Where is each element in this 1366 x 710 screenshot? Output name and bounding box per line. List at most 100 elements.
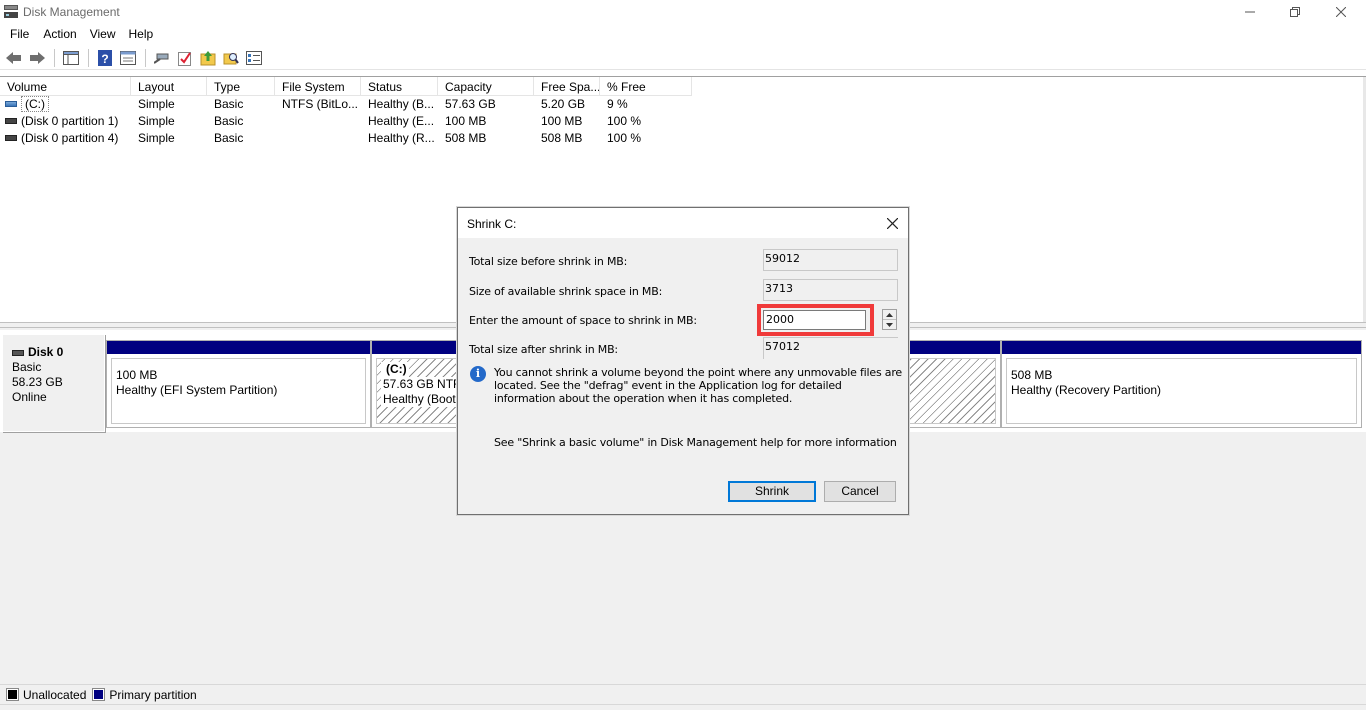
volume-list-header: Volume Layout Type File System Status Ca… — [0, 77, 692, 96]
cancel-button[interactable]: Cancel — [824, 481, 896, 502]
spin-down-button[interactable] — [883, 320, 896, 330]
legend-primary: Primary partition — [109, 687, 197, 702]
restore-button[interactable] — [1272, 0, 1318, 24]
menu-action[interactable]: Action — [37, 24, 84, 44]
partition-label: (C:) — [381, 362, 409, 377]
connect-button[interactable] — [152, 48, 172, 68]
menu-view[interactable]: View — [85, 24, 124, 44]
column-header-capacity[interactable]: Capacity — [438, 77, 534, 96]
folder-up-icon — [200, 50, 216, 65]
search-folder-button[interactable] — [221, 48, 241, 68]
column-header-volume[interactable]: Volume — [0, 77, 131, 96]
back-button[interactable] — [4, 48, 24, 68]
properties-icon — [120, 50, 136, 65]
title-bar: Disk Management — [0, 0, 1366, 24]
percent-free-cell: 100 % — [607, 131, 642, 145]
shrink-button[interactable]: Shrink — [728, 481, 816, 502]
menu-help[interactable]: Help — [124, 24, 162, 44]
check-button[interactable] — [175, 48, 195, 68]
toolbar-separator — [145, 48, 146, 67]
help-button[interactable]: ? — [95, 48, 115, 68]
file-system-cell — [275, 130, 361, 147]
window-title: Disk Management — [23, 5, 120, 19]
available-shrink-field: 3713 — [763, 279, 898, 301]
status-bar — [0, 704, 1366, 710]
volume-cell: (C:) — [0, 96, 131, 113]
volume-name: (Disk 0 partition 4) — [21, 131, 119, 145]
svg-text:?: ? — [101, 52, 108, 66]
toolbar: ? — [0, 46, 1366, 70]
forward-arrow-icon — [30, 51, 45, 64]
unallocated-swatch — [6, 688, 19, 701]
total-after-field: 57012 — [763, 337, 898, 359]
volume-cell: (Disk 0 partition 1) — [0, 113, 131, 130]
percent-free-cell: 9 % — [607, 97, 628, 111]
type-cell: Basic — [214, 97, 244, 111]
free-space-cell: 5.20 GB — [541, 97, 586, 111]
menu-file[interactable]: File — [0, 24, 37, 44]
back-arrow-icon — [6, 51, 21, 64]
folder-up-button[interactable] — [198, 48, 218, 68]
column-header-free-space[interactable]: Free Spa... — [534, 77, 600, 96]
disk-info-panel[interactable]: Disk 0 Basic 58.23 GB Online — [2, 334, 105, 432]
forward-button[interactable] — [27, 48, 47, 68]
file-system-cell — [275, 113, 361, 130]
partition-body: 100 MB Healthy (EFI System Partition) — [111, 358, 366, 424]
primary-partition-bar — [107, 341, 370, 354]
dialog-close-button[interactable] — [884, 215, 900, 231]
column-header-status[interactable]: Status — [361, 77, 438, 96]
info-icon: i — [470, 366, 486, 382]
spin-up-button[interactable] — [883, 310, 896, 320]
show-hide-console-tree-button[interactable] — [61, 48, 81, 68]
free-space-cell: 508 MB — [541, 131, 583, 145]
disk-management-app-icon — [4, 5, 18, 18]
help-text: See "Shrink a basic volume" in Disk Mana… — [494, 436, 897, 449]
status-cell: Healthy (B... — [368, 97, 435, 111]
partition-efi[interactable]: 100 MB Healthy (EFI System Partition) — [106, 340, 371, 428]
layout-cell: Simple — [138, 131, 175, 145]
toolbar-separator — [88, 48, 89, 67]
total-before-label: Total size before shrink in MB: — [469, 255, 628, 268]
column-header-file-system[interactable]: File System — [275, 77, 361, 96]
table-row[interactable]: (Disk 0 partition 4) Simple Basic Health… — [0, 130, 692, 147]
table-row[interactable]: (Disk 0 partition 1) Simple Basic Health… — [0, 113, 692, 130]
dialog-title-bar: Shrink C: — [458, 208, 908, 238]
shrink-amount-input[interactable]: 2000 — [763, 310, 866, 330]
connect-icon — [154, 53, 169, 64]
volume-c-icon — [5, 101, 17, 108]
disk-name: Disk 0 — [12, 345, 104, 360]
search-folder-icon — [223, 52, 239, 64]
console-tree-icon — [63, 50, 79, 65]
properties-button[interactable] — [118, 48, 138, 68]
capacity-cell: 57.63 GB — [445, 97, 496, 111]
minimize-button[interactable] — [1227, 0, 1273, 24]
close-button[interactable] — [1318, 0, 1364, 24]
shrink-amount-label: Enter the amount of space to shrink in M… — [469, 314, 697, 327]
table-row[interactable]: (C:) Simple Basic NTFS (BitLo... Healthy… — [0, 96, 692, 113]
volume-name: (Disk 0 partition 1) — [21, 114, 119, 128]
legend-unallocated: Unallocated — [23, 687, 87, 702]
toolbar-separator — [54, 48, 55, 67]
restore-icon — [1290, 7, 1300, 17]
column-header-layout[interactable]: Layout — [131, 77, 207, 96]
shrink-dialog: Shrink C: Total size before shrink in MB… — [457, 207, 909, 515]
partition-status: Healthy (EFI System Partition) — [116, 383, 278, 397]
total-before-field: 59012 — [763, 249, 898, 271]
column-header-type[interactable]: Type — [207, 77, 275, 96]
column-header-percent-free[interactable]: % Free — [600, 77, 692, 96]
disk-name-text: Disk 0 — [28, 345, 64, 359]
percent-free-cell: 100 % — [607, 114, 642, 128]
dialog-title: Shrink C: — [467, 217, 517, 231]
disk-type: Basic — [12, 360, 42, 374]
layout-cell: Simple — [138, 114, 175, 128]
total-after-label: Total size after shrink in MB: — [469, 343, 618, 356]
volume-cell: (Disk 0 partition 4) — [0, 130, 131, 147]
free-space-cell: 100 MB — [541, 114, 583, 128]
type-cell: Basic — [214, 114, 244, 128]
file-system-cell: NTFS (BitLo... — [282, 97, 359, 111]
list-view-icon — [246, 50, 262, 65]
list-view-button[interactable] — [244, 48, 264, 68]
partition-recovery[interactable]: 508 MB Healthy (Recovery Partition) — [1001, 340, 1362, 428]
partition-body: 508 MB Healthy (Recovery Partition) — [1006, 358, 1357, 424]
shrink-amount-spinner[interactable] — [882, 309, 897, 330]
